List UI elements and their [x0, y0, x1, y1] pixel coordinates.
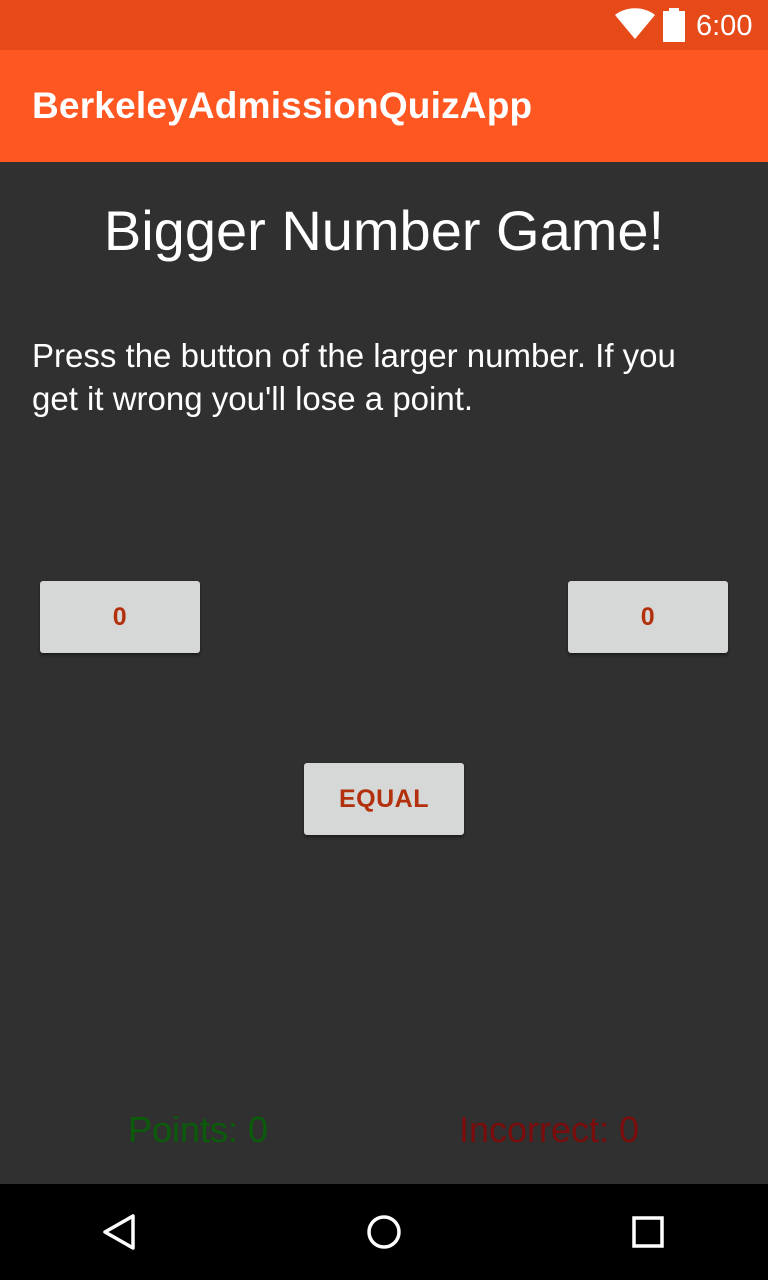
- left-number-button[interactable]: 0: [40, 581, 200, 653]
- incorrect-counter: Incorrect: 0: [459, 1109, 640, 1150]
- app-screen: 6:00 BerkeleyAdmissionQuizApp Bigger Num…: [0, 0, 768, 1280]
- game-title: Bigger Number Game!: [103, 199, 665, 262]
- app-bar: BerkeleyAdmissionQuizApp: [0, 50, 768, 162]
- home-icon[interactable]: [360, 1208, 408, 1256]
- game-instructions: Press the button of the larger number. I…: [32, 337, 676, 417]
- status-bar: 6:00: [0, 0, 768, 50]
- equal-button[interactable]: EQUAL: [304, 763, 464, 835]
- app-title: BerkeleyAdmissionQuizApp: [32, 85, 533, 126]
- points-counter: Points: 0: [128, 1109, 269, 1150]
- battery-icon: [663, 8, 685, 42]
- recents-icon[interactable]: [624, 1208, 672, 1256]
- right-number-button[interactable]: 0: [568, 581, 728, 653]
- status-clock: 6:00: [696, 10, 753, 42]
- game-content: Bigger Number Game! Press the button of …: [0, 162, 768, 1184]
- back-icon[interactable]: [96, 1208, 144, 1256]
- wifi-icon: [615, 8, 655, 39]
- navigation-bar: [0, 1184, 768, 1280]
